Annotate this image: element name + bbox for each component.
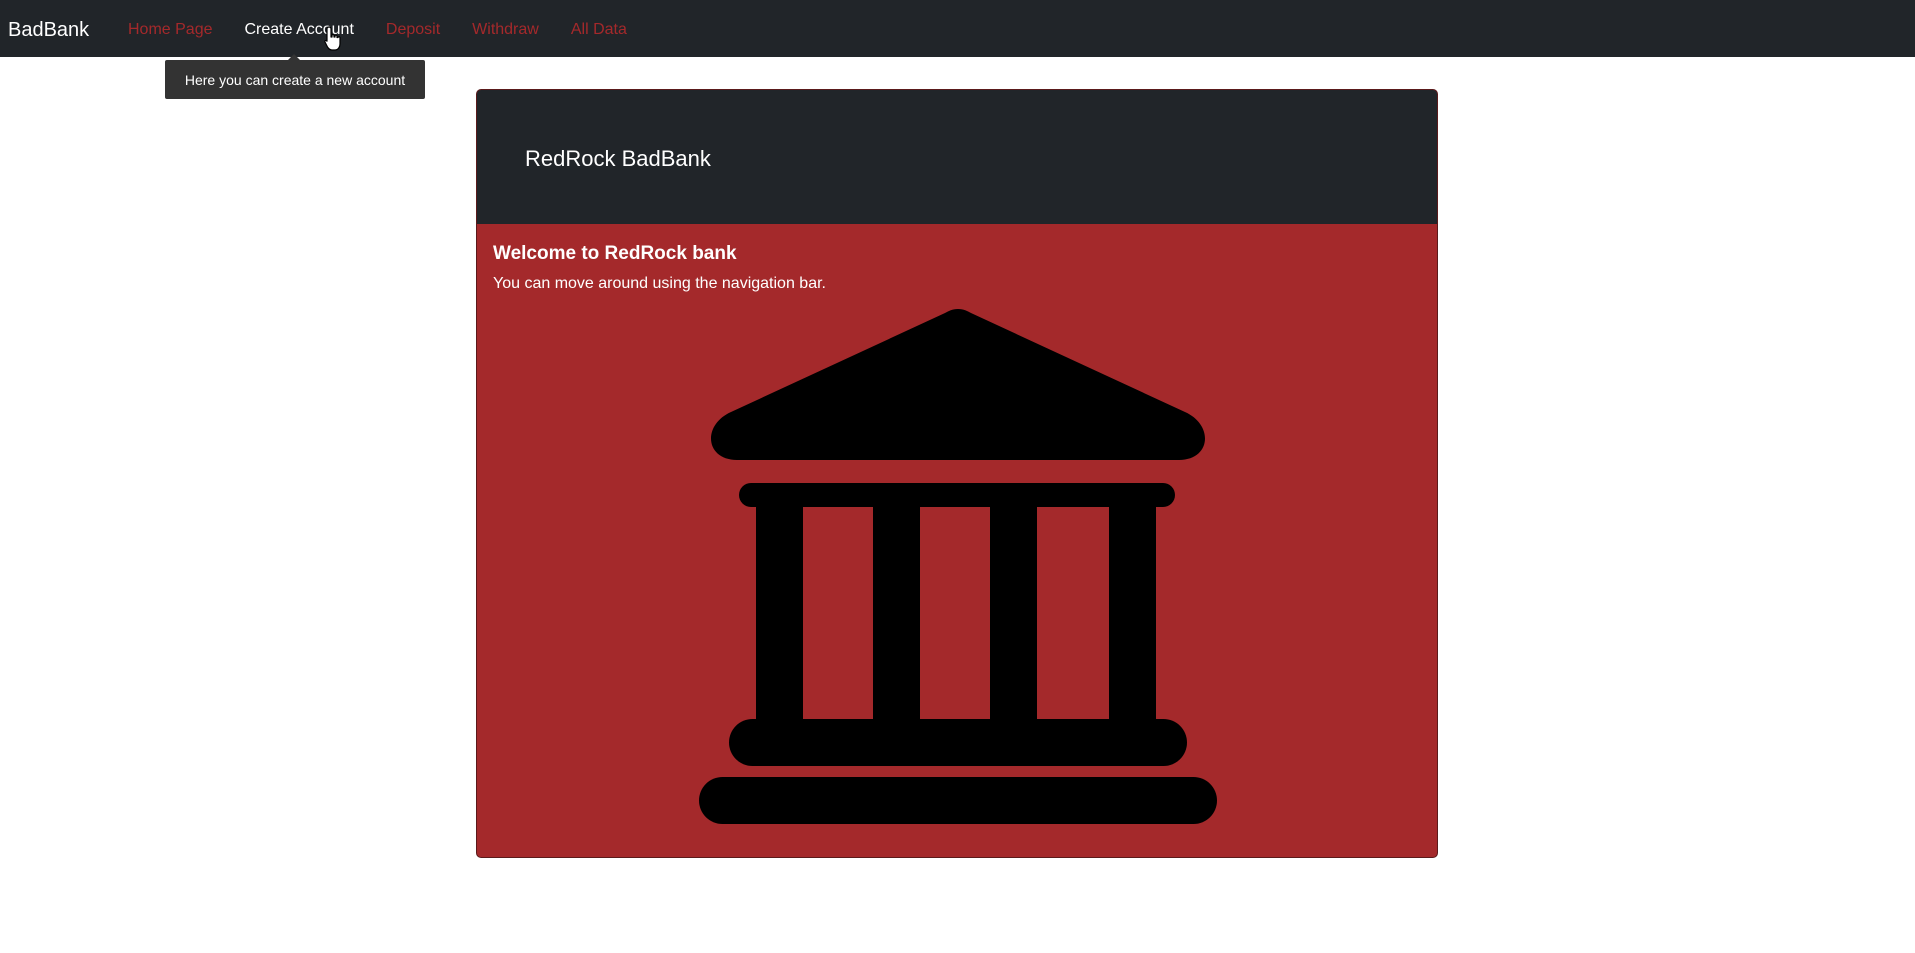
card-header: RedRock BadBank — [477, 90, 1437, 224]
card-header-title: RedRock BadBank — [525, 146, 711, 171]
bank-icon — [699, 309, 1217, 824]
card-text: You can move around using the navigation… — [493, 275, 826, 292]
nav-link-withdraw[interactable]: Withdraw — [472, 20, 539, 40]
nav-link-deposit[interactable]: Deposit — [386, 20, 440, 40]
nav-link-all-data[interactable]: All Data — [571, 20, 627, 40]
nav-link-home-page[interactable]: Home Page — [128, 20, 213, 40]
nav-links: Home Page Create Account Deposit Withdra… — [128, 20, 659, 40]
welcome-card: RedRock BadBank Welcome to RedRock bank … — [476, 89, 1438, 858]
navbar: BadBank Home Page Create Account Deposit… — [0, 0, 1915, 57]
pointer-cursor-icon — [324, 26, 341, 51]
card-title: Welcome to RedRock bank — [493, 243, 737, 264]
card-body: Welcome to RedRock bank You can move aro… — [477, 224, 1437, 857]
brand-link[interactable]: BadBank — [8, 18, 89, 42]
create-account-tooltip: Here you can create a new account — [165, 60, 425, 99]
